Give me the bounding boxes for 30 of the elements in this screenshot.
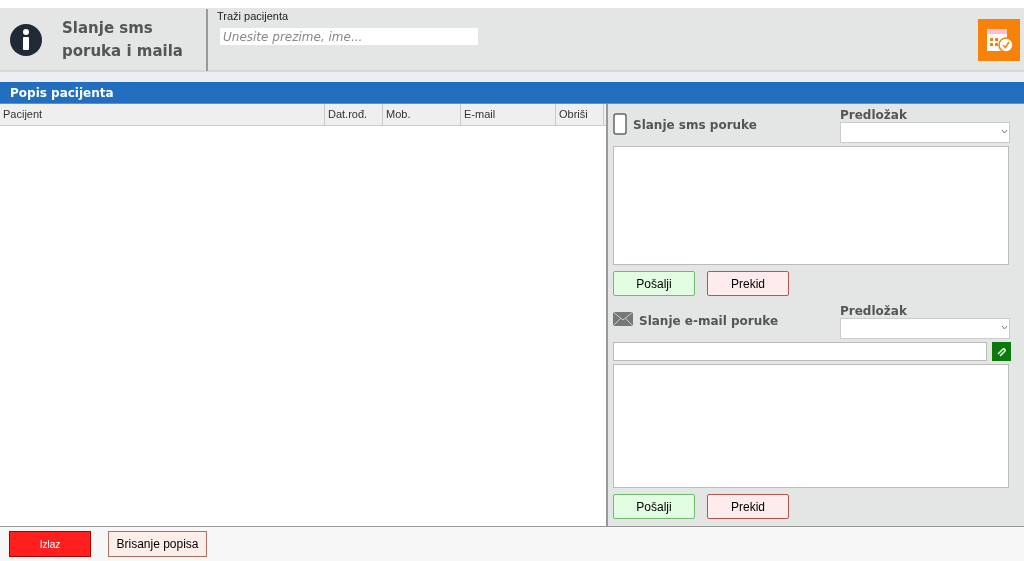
- column-header[interactable]: Dat.rođ.: [325, 104, 383, 125]
- attach-button[interactable]: [992, 342, 1011, 361]
- paperclip-icon: [996, 346, 1007, 357]
- column-header[interactable]: Mob.: [383, 104, 461, 125]
- calendar-button[interactable]: [978, 19, 1020, 61]
- page-title: Slanje sms: [62, 18, 154, 39]
- panel-title: Popis pacijenta: [10, 85, 114, 100]
- column-header[interactable]: E-mail: [461, 104, 556, 125]
- envelope-icon: [613, 312, 633, 326]
- search-field[interactable]: Unesite prezime, ime...: [220, 28, 478, 45]
- cancel-button[interactable]: Prekid: [707, 271, 789, 296]
- template-label: Predložak: [840, 305, 908, 318]
- calendar-clock-icon: [984, 26, 1014, 54]
- cancel-button[interactable]: Prekid: [707, 494, 789, 519]
- email-address-field[interactable]: [613, 342, 987, 361]
- page-title: poruka i maila: [62, 41, 184, 62]
- section-title: Slanje e-mail poruke: [639, 314, 779, 328]
- phone-icon: [613, 113, 627, 135]
- info-icon: [9, 23, 43, 57]
- clear-list-button[interactable]: Brisanje popisa: [108, 531, 207, 557]
- send-button[interactable]: Pošalji: [613, 271, 695, 296]
- section-title: Slanje sms poruke: [633, 118, 757, 132]
- exit-button[interactable]: Izlaz: [9, 531, 91, 557]
- template-label: Predložak: [840, 109, 908, 122]
- search-label: Traži pacijenta: [217, 10, 290, 22]
- send-button[interactable]: Pošalji: [613, 494, 695, 519]
- column-header[interactable]: Pacijent: [0, 104, 325, 125]
- column-header[interactable]: Obriši: [556, 104, 604, 125]
- template-dropdown[interactable]: [840, 122, 1010, 143]
- message-text-area[interactable]: [613, 146, 1009, 265]
